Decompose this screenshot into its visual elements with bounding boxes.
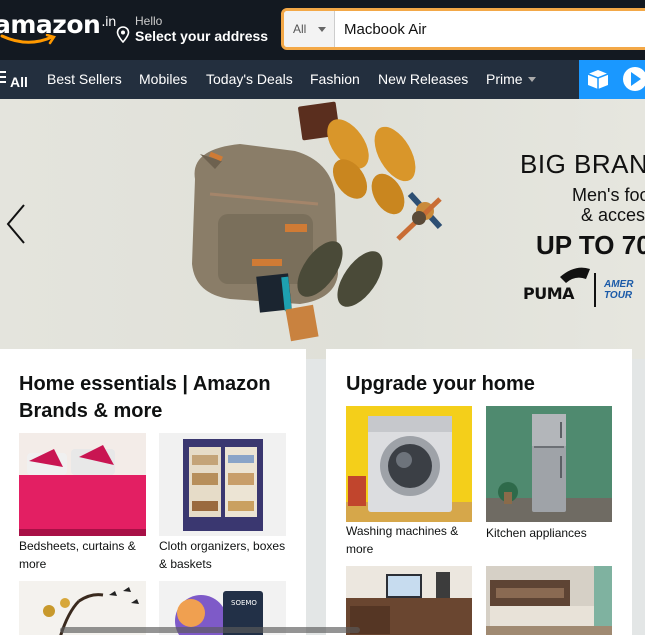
home-essentials-card: Home essentials | Amazon Brands & more B… xyxy=(0,349,306,635)
hamburger-icon xyxy=(0,71,6,86)
chevron-down-icon xyxy=(318,27,326,32)
hero-headline: BIG BRAN xyxy=(520,149,645,179)
bedsheets-image xyxy=(19,433,146,536)
nav-best-sellers[interactable]: Best Sellers xyxy=(47,71,122,87)
deliver-address-label: Select your address xyxy=(135,28,269,44)
hero-banner[interactable]: BIG BRAN Men's foo & access UP TO 70 PUM… xyxy=(0,99,645,359)
upgrade-home-card: Upgrade your home Washing machines & mor… xyxy=(326,349,632,635)
tile-caption: Kitchen appliances xyxy=(486,526,587,540)
nav-new-releases[interactable]: New Releases xyxy=(378,71,468,87)
brand2-line2: TOUR xyxy=(604,290,633,301)
chevron-down-icon xyxy=(527,77,536,82)
search-department-select[interactable]: All xyxy=(284,11,335,47)
tile-caption: Washing machines & more xyxy=(346,524,459,556)
hero-product-image xyxy=(192,101,590,342)
location-pin-icon xyxy=(116,26,130,43)
scrollbar-thumb[interactable] xyxy=(60,627,360,633)
top-navbar: amazon.in Hello Select your address All xyxy=(0,0,645,60)
search-input[interactable] xyxy=(336,11,645,47)
nav-prime[interactable]: Prime xyxy=(486,71,536,87)
tile-caption: Cloth organizers, boxes & baskets xyxy=(159,539,286,571)
hero-subline-1: Men's foo xyxy=(572,185,645,205)
hero-subline-2: & access xyxy=(581,205,645,225)
search-bar: All xyxy=(281,8,645,50)
prime-video-promo[interactable] xyxy=(579,60,645,99)
refrigerator-image xyxy=(486,406,612,522)
nav-prime-label: Prime xyxy=(486,71,523,87)
hero-discount: UP TO 70 xyxy=(536,230,645,260)
play-icon xyxy=(623,67,645,91)
brand-divider xyxy=(594,273,596,307)
nav-all-menu[interactable]: All xyxy=(0,71,28,90)
tile-caption: Bedsheets, curtains & more xyxy=(19,539,136,571)
cloth-organizer-image xyxy=(159,433,286,536)
search-department-label: All xyxy=(293,22,307,36)
horizontal-scrollbar[interactable] xyxy=(0,625,645,635)
svg-text:SOEMO: SOEMO xyxy=(231,599,257,607)
logo-tld: .in xyxy=(101,15,116,30)
nav-todays-deals[interactable]: Today's Deals xyxy=(206,71,293,87)
nav-mobiles[interactable]: Mobiles xyxy=(139,71,187,87)
card-title[interactable]: Upgrade your home xyxy=(346,371,535,398)
nav-all-label: All xyxy=(10,74,28,90)
logo-smile-icon xyxy=(0,34,56,45)
card-title[interactable]: Home essentials | Amazon Brands & more xyxy=(19,371,299,425)
sub-navbar: All Best Sellers Mobiles Today's Deals F… xyxy=(0,60,645,99)
brand2-line1: AMER xyxy=(604,279,634,290)
american-tourister-logo: AMER TOUR xyxy=(604,279,633,301)
deliver-hello-label: Hello xyxy=(135,14,163,28)
carousel-prev-icon[interactable] xyxy=(5,203,27,245)
package-icon xyxy=(587,70,609,89)
puma-brand-logo: PUMA xyxy=(523,284,575,303)
washing-machine-image xyxy=(346,406,472,522)
nav-fashion[interactable]: Fashion xyxy=(310,71,360,87)
